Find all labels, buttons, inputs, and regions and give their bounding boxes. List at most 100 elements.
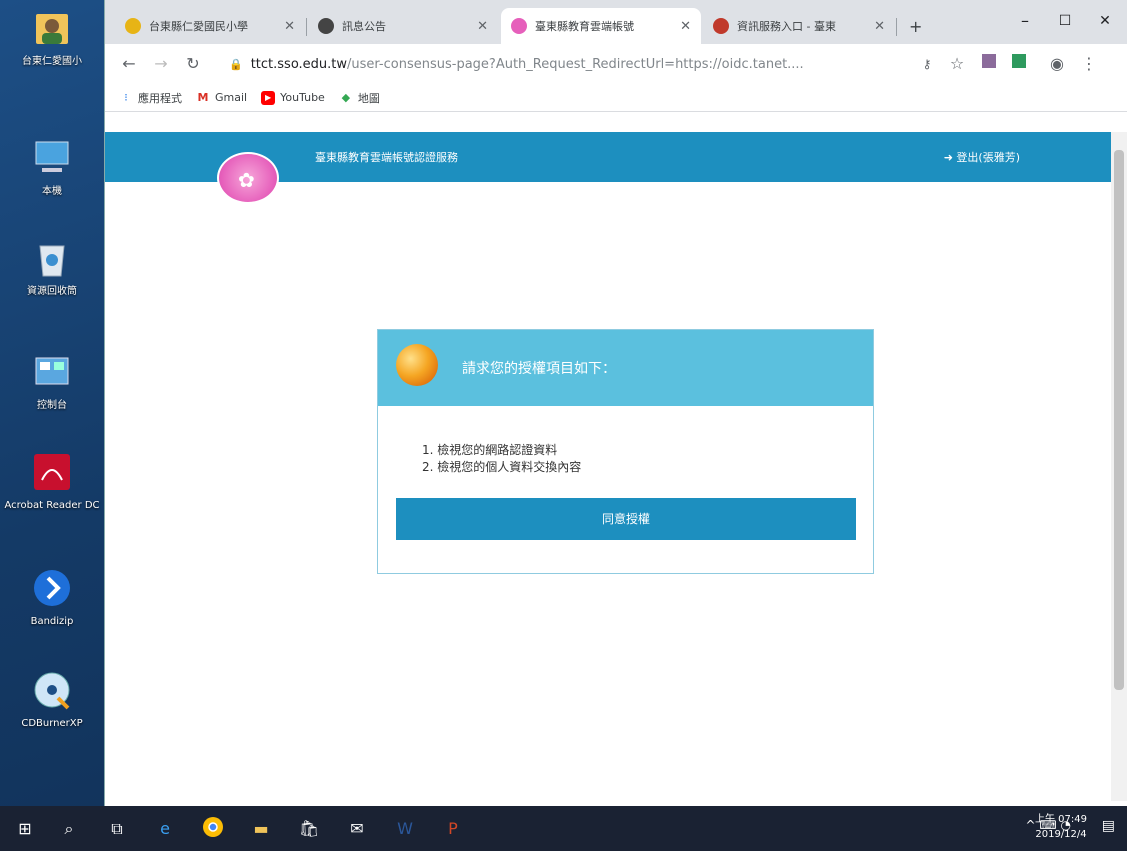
desktop-icon-bandizip[interactable]: Bandizip [0, 566, 104, 628]
desktop-icon-user-folder[interactable]: 台東仁愛國小 [0, 6, 104, 68]
extension-icon[interactable] [1007, 52, 1031, 76]
bookmarks-bar: ⁝ 應用程式 M Gmail ▶ YouTube ◆ 地圖 [105, 84, 1127, 112]
taskbar: ⊞ ⌕ ⧉ e ▬ 🛍 ✉ W P ^ ⌨ ◔ 上午 07:49 2019/12… [0, 806, 1127, 851]
tab-announcements[interactable]: 訊息公告 ✕ [308, 8, 498, 44]
close-tab-icon[interactable]: ✕ [284, 19, 295, 34]
desktop-icon-recycle-bin[interactable]: 資源回收筒 [0, 236, 104, 298]
forward-arrow-icon[interactable]: → [149, 52, 173, 76]
back-arrow-icon[interactable]: ← [117, 52, 141, 76]
file-explorer-icon[interactable]: ▬ [248, 816, 274, 842]
computer-icon [30, 136, 74, 180]
folder-icon [30, 6, 74, 50]
browser-window: 台東縣仁愛國民小學 ✕ 訊息公告 ✕ 臺東縣教育雲端帳號 ✕ 資訊服務入口 - … [104, 0, 1127, 806]
new-tab-button[interactable]: + [899, 8, 929, 44]
bookmark-apps[interactable]: ⁝ 應用程式 [119, 90, 182, 106]
store-icon[interactable]: 🛍 [296, 816, 322, 842]
site-title[interactable]: 臺東縣教育雲端帳號認證服務 [315, 149, 458, 165]
tab-title: 臺東縣教育雲端帳號 [535, 20, 634, 33]
desktop-icon-label: 台東仁愛國小 [22, 56, 82, 67]
desktop-icon-label: Acrobat Reader DC [4, 500, 100, 511]
url-host: ttct.sso.edu.tw [250, 56, 348, 72]
tab-title: 台東縣仁愛國民小學 [149, 20, 248, 33]
reload-icon[interactable]: ↻ [181, 52, 205, 76]
tab-portal[interactable]: 資訊服務入口 - 臺東 ✕ [703, 8, 895, 44]
youtube-icon: ▶ [261, 90, 276, 105]
gmail-icon: M [197, 90, 209, 104]
permission-item: 2. 檢視您的個人資料交換內容 [422, 460, 582, 474]
page-content: 臺東縣教育雲端帳號認證服務 ➜ 登出(張雅芳) ✿ 請求您的授權項目如下： 1.… [105, 132, 1112, 801]
tab-favicon [511, 18, 527, 34]
bandizip-icon [30, 566, 74, 610]
flower-icon: ✿ [238, 168, 255, 192]
scrollbar-thumb[interactable] [1114, 150, 1124, 690]
bookmark-label: 應用程式 [138, 91, 182, 105]
control-panel-icon [30, 350, 74, 394]
tab-title: 資訊服務入口 - 臺東 [737, 20, 836, 33]
tab-title: 訊息公告 [342, 20, 386, 33]
maximize-button[interactable]: ☐ [1045, 6, 1085, 36]
close-tab-icon[interactable]: ✕ [874, 19, 885, 34]
desktop-icon-cdburnerxp[interactable]: CDBurnerXP [0, 668, 104, 730]
logout-icon: ➜ [943, 151, 957, 164]
extension-icon[interactable] [977, 52, 1001, 76]
search-icon[interactable]: ⌕ [56, 816, 82, 842]
minimize-button[interactable]: – [1005, 6, 1045, 36]
apps-icon: ⁝ [124, 90, 128, 104]
close-tab-icon[interactable]: ✕ [680, 19, 691, 34]
bookmark-maps[interactable]: ◆ 地圖 [339, 90, 380, 106]
page-scrollbar[interactable] [1111, 132, 1127, 801]
tab-divider [306, 18, 307, 36]
key-icon[interactable]: ⚷ [915, 52, 939, 76]
notification-icon[interactable]: ▤ [1102, 818, 1115, 834]
clock-time: 上午 07:49 [1035, 814, 1087, 825]
desktop-icon-label: 資源回收筒 [27, 286, 77, 297]
word-icon[interactable]: W [392, 816, 418, 842]
logout-label: 登出(張雅芳) [956, 151, 1020, 164]
consent-card-header: 請求您的授權項目如下： [378, 330, 873, 406]
desktop-icon-this-pc[interactable]: 本機 [0, 136, 104, 198]
clock[interactable]: 上午 07:49 2019/12/4 [1035, 812, 1087, 842]
star-icon[interactable]: ☆ [945, 52, 969, 76]
maps-icon: ◆ [341, 90, 351, 104]
desktop-icon-control-panel[interactable]: 控制台 [0, 350, 104, 412]
tab-school[interactable]: 台東縣仁愛國民小學 ✕ [115, 8, 305, 44]
powerpoint-icon[interactable]: P [440, 816, 466, 842]
bookmark-label: Gmail [215, 91, 248, 104]
bookmark-gmail[interactable]: M Gmail [196, 90, 248, 105]
browser-toolbar: ← → ↻ 🔒 ttct.sso.edu.tw/user-consensus-p… [105, 44, 1127, 84]
desktop-icon-label: Bandizip [30, 616, 74, 627]
site-logo: ✿ [217, 152, 279, 204]
desktop-icon-label: CDBurnerXP [21, 718, 83, 729]
address-bar[interactable]: 🔒 ttct.sso.edu.tw/user-consensus-page?Au… [225, 50, 1005, 78]
acrobat-icon [30, 450, 74, 494]
clock-date: 2019/12/4 [1035, 829, 1087, 840]
permission-item: 1. 檢視您的網路認證資料 [422, 443, 558, 457]
close-window-button[interactable]: ✕ [1085, 6, 1125, 36]
profile-icon[interactable]: ◉ [1045, 52, 1069, 76]
chrome-icon[interactable] [200, 816, 226, 842]
desktop-icon-label: 本機 [42, 186, 62, 197]
logout-link[interactable]: ➜ 登出(張雅芳) [944, 149, 1020, 165]
edge-icon[interactable]: e [152, 816, 178, 842]
tab-divider [896, 18, 897, 36]
bookmark-youtube[interactable]: ▶ YouTube [261, 90, 325, 105]
mail-icon[interactable]: ✉ [344, 816, 370, 842]
tab-strip: 台東縣仁愛國民小學 ✕ 訊息公告 ✕ 臺東縣教育雲端帳號 ✕ 資訊服務入口 - … [105, 0, 1127, 44]
menu-dots-icon[interactable]: ⋮ [1077, 52, 1101, 76]
agree-authorize-button[interactable]: 同意授權 [396, 498, 856, 540]
tab-favicon [318, 18, 334, 34]
url-path: /user-consensus-page?Auth_Request_Redire… [347, 56, 804, 72]
windows-start-icon[interactable]: ⊞ [12, 816, 38, 842]
task-view-icon[interactable]: ⧉ [104, 816, 130, 842]
permission-list: 1. 檢視您的網路認證資料 2. 檢視您的個人資料交換內容 [422, 442, 581, 476]
desktop-icon-acrobat-reader[interactable]: Acrobat Reader DC [0, 450, 104, 512]
lock-icon: 🔒 [229, 57, 243, 71]
bookmark-label: YouTube [280, 91, 325, 104]
tab-active-sso[interactable]: 臺東縣教育雲端帳號 ✕ [501, 8, 701, 44]
close-tab-icon[interactable]: ✕ [477, 19, 488, 34]
tab-favicon [125, 18, 141, 34]
globe-icon [396, 344, 438, 386]
recycle-bin-icon [30, 236, 74, 280]
tab-favicon [713, 18, 729, 34]
desktop-icon-label: 控制台 [37, 400, 67, 411]
